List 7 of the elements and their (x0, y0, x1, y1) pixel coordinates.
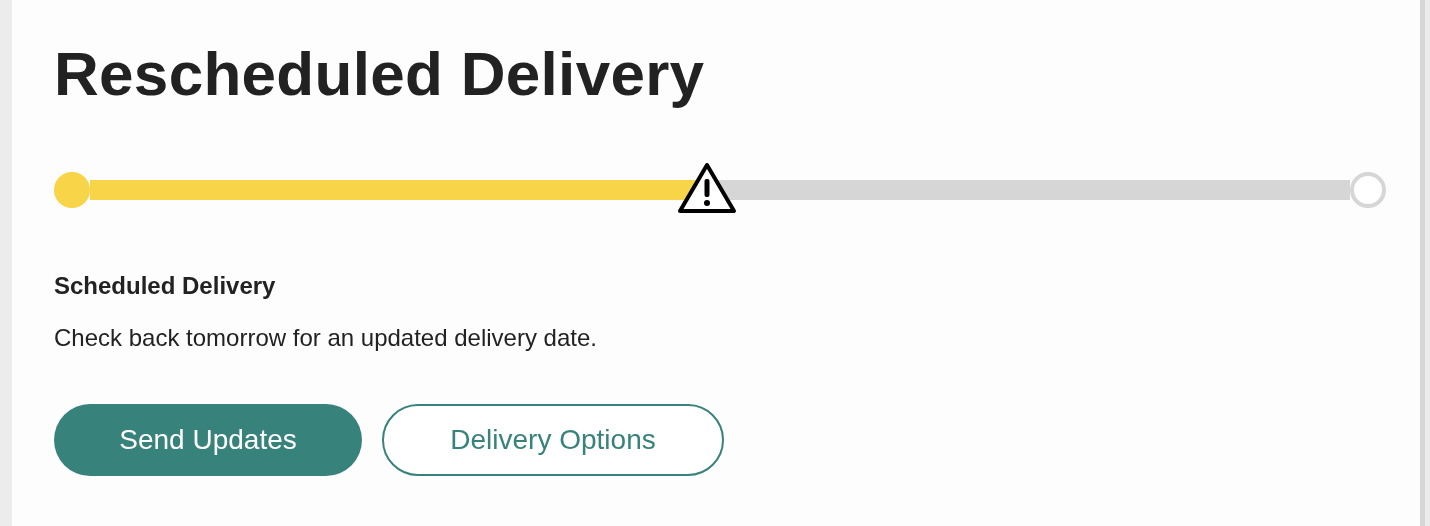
delivery-options-button[interactable]: Delivery Options (382, 404, 724, 476)
status-message: Check back tomorrow for an updated delivery date. (54, 324, 598, 352)
warning-icon (677, 162, 738, 214)
page-title: Rescheduled Delivery (54, 38, 706, 110)
status-heading: Scheduled Delivery (54, 272, 277, 300)
send-updates-button[interactable]: Send Updates (54, 404, 362, 476)
start-dot (54, 172, 90, 208)
